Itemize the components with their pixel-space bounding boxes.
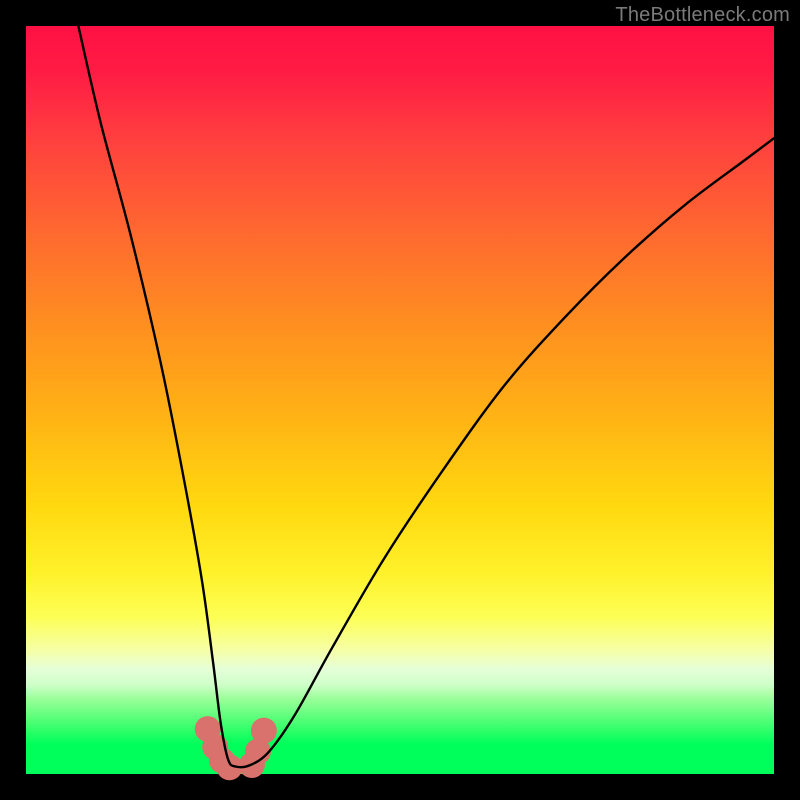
curve-svg (26, 26, 774, 774)
highlight-marker (251, 718, 277, 744)
plot-area (26, 26, 774, 774)
bottleneck-curve (78, 26, 774, 767)
marker-group (195, 716, 277, 780)
chart-frame: TheBottleneck.com (0, 0, 800, 800)
watermark-text: TheBottleneck.com (615, 4, 790, 27)
